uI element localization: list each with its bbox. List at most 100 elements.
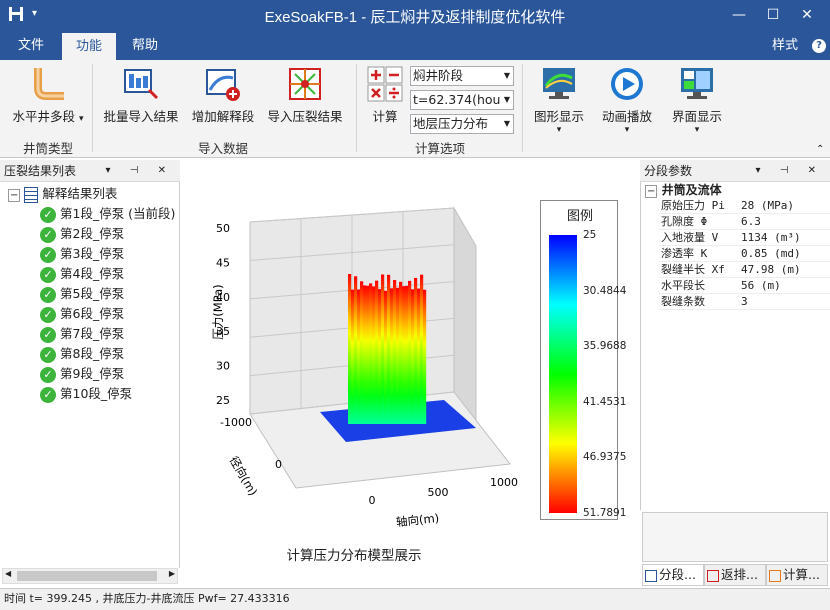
tree-item[interactable]: ✓ 第5段_停泵 [40, 284, 124, 304]
check-icon: ✓ [40, 206, 56, 223]
property-row[interactable]: 入地液量 V 1134 (m³) [659, 230, 830, 246]
scroll-left-icon[interactable]: ◀ [5, 569, 11, 578]
add-segment-button[interactable]: 增加解释段 [186, 64, 260, 125]
play-icon [609, 66, 645, 102]
pressure-peak-column [411, 289, 415, 424]
batch-import-button[interactable]: 批量导入结果 [96, 64, 186, 125]
status-text: 时间 t= 399.245 , 井底压力-井底流压 Pwf= 27.433316 [4, 592, 290, 605]
left-horizontal-scrollbar[interactable]: ◀ ▶ [2, 568, 178, 584]
property-row[interactable]: 裂缝条数 3 [659, 294, 830, 310]
menu-style[interactable]: 样式 [758, 32, 812, 60]
panel-controls[interactable]: ▾ ⊣ ✕ [756, 160, 824, 182]
legend-value: 25 [583, 229, 597, 241]
property-section[interactable]: − 井筒及流体 [645, 182, 722, 198]
z-tick-label: 25 [216, 394, 230, 407]
import-frac-button[interactable]: 导入压裂结果 [260, 64, 350, 125]
pressure-peak-column [405, 285, 409, 424]
property-description [642, 512, 828, 562]
tree-item[interactable]: ✓ 第7段_停泵 [40, 324, 124, 344]
check-icon: ✓ [40, 386, 56, 403]
graph-show-button[interactable]: 图形显示 ▾ [526, 64, 592, 135]
scroll-right-icon[interactable]: ▶ [169, 569, 175, 578]
z-tick-label: 30 [216, 360, 230, 373]
well-multi-button[interactable]: 水平井多段 ▾ [8, 64, 88, 125]
menu-file[interactable]: 文件 [4, 32, 58, 60]
tab-segment[interactable]: 分段... [642, 564, 704, 586]
tab-calc[interactable]: 计算... [766, 564, 828, 586]
y-tick-label: 0 [275, 458, 282, 471]
legend-title: 图例 [566, 209, 593, 224]
x-tick-label: 1000 [490, 476, 518, 489]
property-row[interactable]: 孔隙度 Φ 6.3 [659, 214, 830, 230]
grid-icon [707, 569, 719, 582]
field-select[interactable]: 地层压力分布 ▼ [410, 114, 514, 134]
calc-button[interactable]: 计算 [362, 64, 408, 125]
help-icon[interactable]: ? [812, 39, 826, 53]
collapse-icon[interactable]: − [645, 185, 658, 198]
x-tick-label: 500 [428, 486, 449, 499]
tab-flowback[interactable]: 返排... [704, 564, 766, 586]
tree-item-label: 第3段_停泵 [60, 246, 125, 261]
group-calc-options: 计算选项 [414, 141, 465, 156]
left-panel-header: 压裂结果列表 ▾ ⊣ ✕ [0, 160, 180, 182]
tree-item[interactable]: ✓ 第2段_停泵 [40, 224, 124, 244]
pressure-peak-column [360, 281, 364, 424]
property-row[interactable]: 原始压力 Pi 28 (MPa) [659, 198, 830, 214]
close-button[interactable]: ✕ [790, 0, 824, 32]
property-row[interactable]: 渗透率 K 0.85 (md) [659, 246, 830, 262]
ui-show-button[interactable]: 界面显示 ▾ [664, 64, 730, 135]
x-axis-label: 轴向(m) [395, 511, 439, 529]
add-segment-label: 增加解释段 [191, 109, 255, 124]
tree-item[interactable]: ✓ 第10段_停泵 [40, 384, 132, 404]
anim-play-button[interactable]: 动画播放 ▾ [594, 64, 660, 135]
maximize-button[interactable]: ☐ [756, 0, 790, 32]
property-row[interactable]: 裂缝半长 Xf 47.98 (m) [659, 262, 830, 278]
tree-item[interactable]: ✓ 第3段_停泵 [40, 244, 124, 264]
pressure-peak-column [396, 287, 400, 424]
stage-select[interactable]: 焖井阶段 ▼ [410, 66, 514, 86]
property-row[interactable]: 水平段长 56 (m) [659, 278, 830, 294]
time-select[interactable]: t=62.374(hou ▼ [410, 90, 514, 110]
pressure-peak-column [423, 289, 427, 424]
collapse-ribbon-icon[interactable]: ⌃ [816, 144, 824, 155]
tree-item[interactable]: ✓ 第1段_停泵 (当前段) [40, 204, 175, 224]
collapse-icon[interactable]: − [8, 189, 21, 202]
tree-item[interactable]: ✓ 第4段_停泵 [40, 264, 124, 284]
menu-help[interactable]: 帮助 [118, 32, 172, 60]
tree-item[interactable]: ✓ 第6段_停泵 [40, 304, 124, 324]
graph-show-label: 图形显示 [533, 109, 584, 124]
tree-root[interactable]: − 解释结果列表 [8, 184, 117, 204]
dropdown-arrow-icon: ▾ [624, 125, 630, 135]
tree-item-label: 第9段_停泵 [60, 366, 125, 381]
scroll-thumb[interactable] [17, 571, 157, 581]
batch-import-label: 批量导入结果 [103, 109, 179, 124]
minimize-button[interactable]: — [722, 0, 756, 32]
pressure-peak-column [348, 274, 352, 424]
panel-controls[interactable]: ▾ ⊣ ✕ [106, 160, 174, 182]
check-icon: ✓ [40, 266, 56, 283]
tree-item[interactable]: ✓ 第9段_停泵 [40, 364, 124, 384]
chart-caption: 计算压力分布模型展示 [286, 548, 422, 564]
check-icon: ✓ [40, 226, 56, 243]
tree-item[interactable]: ✓ 第8段_停泵 [40, 344, 124, 364]
check-icon: ✓ [40, 246, 56, 263]
property-grid: − 井筒及流体 原始压力 Pi 28 (MPa) 孔隙度 Φ 6.3 入地液量 V 113… [640, 182, 830, 510]
monitor-chart-icon [541, 66, 577, 102]
right-panel-title: 分段参数 [644, 164, 693, 178]
anim-play-label: 动画播放 [601, 109, 652, 124]
z-axis-label: 压力(MPa) [211, 284, 225, 339]
tree-item-label: 第7段_停泵 [60, 326, 125, 341]
property-value: 28 (MPa) [741, 199, 794, 212]
pressure-peak-column [393, 280, 397, 424]
pressure-peak-column [357, 289, 361, 424]
tree-item-label: 第6段_停泵 [60, 306, 125, 321]
property-value: 6.3 [741, 215, 761, 228]
menu-function[interactable]: 功能 [62, 32, 117, 60]
pressure-peak-column [354, 276, 358, 424]
pressure-peak-column [402, 286, 406, 424]
check-icon: ✓ [40, 286, 56, 303]
dropdown-arrow-icon: ▾ [556, 125, 562, 135]
field-select-value: 地层压力分布 [413, 116, 489, 131]
x-tick-label: 0 [369, 494, 376, 507]
right-panel-header: 分段参数 ▾ ⊣ ✕ [640, 160, 830, 182]
